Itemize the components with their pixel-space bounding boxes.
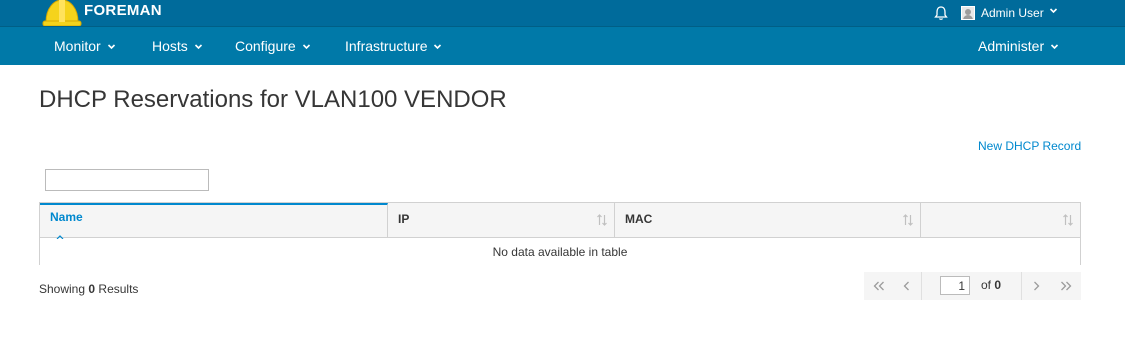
chevron-down-icon	[194, 43, 202, 49]
nav-monitor[interactable]: Monitor	[54, 38, 116, 54]
empty-table-message: No data available in table	[40, 239, 1080, 265]
chevron-down-icon	[302, 43, 310, 49]
page-number-input[interactable]	[940, 276, 970, 295]
chevron-down-icon	[107, 43, 115, 49]
page-title: DHCP Reservations for VLAN100 VENDOR	[39, 86, 507, 113]
nav-label: Infrastructure	[345, 38, 428, 54]
sort-arrows-icon	[1063, 214, 1073, 226]
nav-label: Hosts	[152, 38, 188, 54]
pagination: of 0	[864, 272, 1081, 300]
sort-arrows-icon	[597, 214, 607, 226]
of-label: of	[981, 278, 992, 292]
column-header-actions[interactable]	[921, 203, 1080, 238]
showing-prefix: Showing	[39, 282, 86, 296]
new-dhcp-record-link[interactable]: New DHCP Record	[978, 139, 1081, 153]
last-page-button[interactable]	[1051, 272, 1080, 300]
chevron-down-icon[interactable]	[1049, 6, 1058, 15]
brand-name[interactable]: FOREMAN	[84, 2, 162, 19]
result-count: 0	[88, 282, 96, 296]
nav-infrastructure[interactable]: Infrastructure	[345, 38, 442, 54]
column-label: MAC	[625, 212, 653, 226]
top-bar: FOREMAN Admin User	[0, 0, 1125, 28]
column-label: Name	[50, 210, 83, 224]
column-header-mac[interactable]: MAC	[615, 203, 921, 238]
nav-label: Monitor	[54, 38, 101, 54]
previous-page-icon	[903, 281, 909, 291]
last-page-icon	[1060, 281, 1071, 291]
chevron-down-icon	[1051, 43, 1059, 49]
user-avatar-icon[interactable]	[961, 6, 975, 20]
bell-icon[interactable]	[933, 5, 949, 21]
foreman-hardhat-icon[interactable]	[42, 0, 82, 28]
results-summary: Showing 0 Results	[39, 282, 138, 296]
nav-label: Configure	[235, 38, 296, 54]
previous-page-button[interactable]	[893, 272, 922, 300]
next-page-icon	[1034, 281, 1040, 291]
nav-configure[interactable]: Configure	[235, 38, 311, 54]
first-page-button[interactable]	[864, 272, 893, 300]
page-total: of 0	[981, 278, 1001, 292]
search-input[interactable]	[45, 169, 209, 191]
column-header-name[interactable]: Name	[40, 203, 388, 240]
column-header-ip[interactable]: IP	[388, 203, 615, 238]
column-label: IP	[398, 212, 410, 226]
nav-hosts[interactable]: Hosts	[152, 38, 203, 54]
first-page-icon	[873, 281, 884, 291]
user-menu[interactable]: Admin User	[981, 6, 1044, 20]
nav-administer[interactable]: Administer	[978, 38, 1059, 54]
chevron-down-icon	[434, 43, 442, 49]
total-pages: 0	[994, 278, 1002, 292]
dhcp-reservations-table: Name IP MAC No data available in table	[39, 202, 1081, 265]
nav-label: Administer	[978, 38, 1045, 54]
table-header: Name IP MAC	[40, 203, 1080, 240]
main-nav: Monitor Hosts Configure Infrastructure A…	[0, 26, 1125, 65]
results-suffix: Results	[98, 282, 139, 296]
sort-arrows-icon	[903, 214, 913, 226]
next-page-button[interactable]	[1021, 272, 1050, 300]
